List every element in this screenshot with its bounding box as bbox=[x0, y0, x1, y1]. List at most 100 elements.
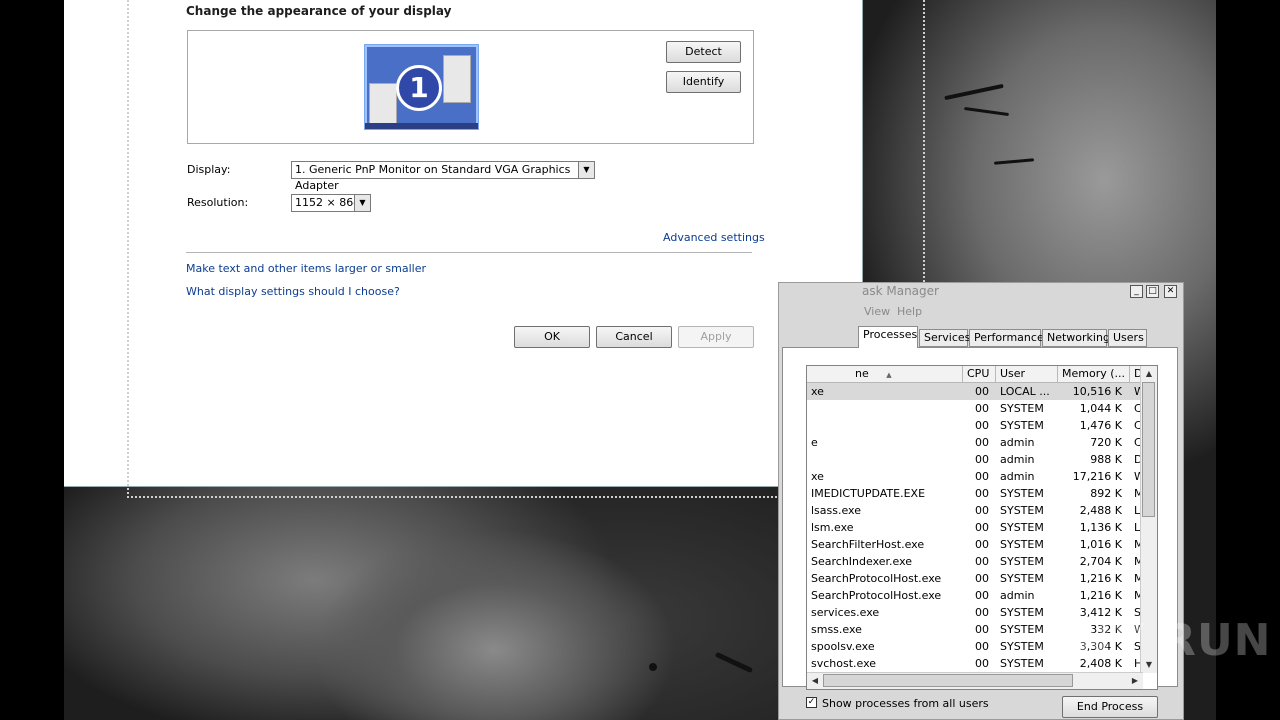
monitor-number-badge: 1 bbox=[396, 65, 442, 111]
cell-user: admin bbox=[1000, 453, 1035, 466]
apply-button[interactable]: Apply bbox=[678, 326, 754, 348]
advanced-settings-link[interactable]: Advanced settings bbox=[663, 231, 765, 244]
cell-user: SYSTEM bbox=[1000, 521, 1044, 534]
detect-button[interactable]: Detect bbox=[666, 41, 741, 63]
display-dropdown[interactable]: 1. Generic PnP Monitor on Standard VGA G… bbox=[291, 161, 595, 192]
page-title: Change the appearance of your display bbox=[186, 4, 452, 18]
tab-processes[interactable]: Processes bbox=[858, 326, 918, 348]
show-all-users-checkbox[interactable]: ✓ bbox=[806, 697, 817, 708]
column-header-name[interactable]: ne ▲ bbox=[807, 366, 963, 383]
cell-name: lsm.exe bbox=[811, 521, 854, 534]
cell-cpu: 00 bbox=[975, 487, 989, 500]
cell-user: SYSTEM bbox=[1000, 572, 1044, 585]
tab-networking[interactable]: Networking bbox=[1042, 329, 1110, 347]
table-row[interactable]: xe00LOCAL ...10,516 KW bbox=[807, 383, 1145, 400]
cell-mem: 1,216 K bbox=[1079, 572, 1122, 585]
window-thumbnail-icon bbox=[369, 83, 397, 125]
wallpaper-mark bbox=[714, 651, 754, 674]
cell-mem: 2,488 K bbox=[1079, 504, 1122, 517]
column-header-user[interactable]: User Name bbox=[996, 366, 1058, 396]
cell-cpu: 00 bbox=[975, 402, 989, 415]
resolution-label: Resolution: bbox=[187, 196, 249, 209]
scroll-right-icon[interactable]: ▶ bbox=[1128, 674, 1142, 688]
cell-mem: 2,704 K bbox=[1079, 555, 1122, 568]
minimize-icon[interactable]: _ bbox=[1130, 285, 1143, 298]
cell-cpu: 00 bbox=[975, 589, 989, 602]
wallpaper-mark bbox=[649, 663, 657, 671]
cell-name: spoolsv.exe bbox=[811, 640, 875, 653]
close-icon[interactable]: ✕ bbox=[1164, 285, 1177, 298]
cell-cpu: 00 bbox=[975, 436, 989, 449]
resolution-dropdown[interactable]: 1152 × 864 ▼ bbox=[291, 194, 371, 212]
table-row[interactable]: 00 admin 988 KD bbox=[807, 451, 1142, 468]
cell-name: SearchFilterHost.exe bbox=[811, 538, 925, 551]
cell-user: LOCAL ... bbox=[1000, 385, 1050, 398]
tab-users[interactable]: Users bbox=[1108, 329, 1147, 347]
table-row[interactable]: SearchProtocolHost.exe 00 SYSTEM 1,216 KM bbox=[807, 570, 1144, 587]
table-row[interactable]: xe00admin17,216 KW bbox=[807, 468, 1145, 485]
column-header-cpu[interactable]: CPU bbox=[963, 366, 996, 383]
ok-button[interactable]: OK bbox=[514, 326, 590, 348]
monitor-icon[interactable]: 1 bbox=[364, 44, 479, 130]
cell-cpu: 00 bbox=[975, 385, 989, 398]
table-row[interactable]: SearchIndexer.exe 00 SYSTEM 2,704 KM bbox=[807, 553, 1144, 570]
cell-cpu: 00 bbox=[975, 623, 989, 636]
column-header-memory[interactable]: Memory (... bbox=[1058, 366, 1130, 383]
wallpaper-mark bbox=[993, 158, 1035, 165]
scrollbar-thumb[interactable] bbox=[823, 674, 1073, 687]
cell-cpu: 00 bbox=[975, 504, 989, 517]
chevron-down-icon[interactable]: ▼ bbox=[578, 162, 594, 178]
cell-name: SearchIndexer.exe bbox=[811, 555, 913, 568]
table-row[interactable]: 00 SYSTEM 1,476 KC bbox=[807, 417, 1142, 434]
cell-cpu: 00 bbox=[975, 640, 989, 653]
show-all-users-label: Show processes from all users bbox=[822, 697, 989, 710]
table-row[interactable]: 00 SYSTEM 1,044 KC bbox=[807, 400, 1142, 417]
table-row[interactable]: lsass.exe00SYSTEM2,488 KLo bbox=[807, 502, 1147, 519]
display-help-link[interactable]: What display settings should I choose? bbox=[186, 285, 400, 298]
watermark-logo: ANY RUN bbox=[1040, 615, 1272, 666]
horizontal-scrollbar[interactable]: ◀ ▶ bbox=[807, 672, 1143, 689]
cell-cpu: 00 bbox=[975, 419, 989, 432]
cell-mem: 1,216 K bbox=[1079, 589, 1122, 602]
cell-cpu: 00 bbox=[975, 606, 989, 619]
maximize-icon[interactable]: □ bbox=[1146, 285, 1159, 298]
wallpaper-mark bbox=[944, 83, 1004, 101]
scroll-up-icon[interactable]: ▲ bbox=[1142, 367, 1156, 381]
identify-button[interactable]: Identify bbox=[666, 71, 741, 93]
window-thumbnail-icon bbox=[443, 55, 471, 103]
cell-cpu: 00 bbox=[975, 657, 989, 670]
table-row[interactable]: SearchFilterHost.exe 00 SYSTEM 1,016 KM bbox=[807, 536, 1144, 553]
cell-user: SYSTEM bbox=[1000, 640, 1044, 653]
cancel-button[interactable]: Cancel bbox=[596, 326, 672, 348]
cell-mem: 1,016 K bbox=[1079, 538, 1122, 551]
cell-user: admin bbox=[1000, 436, 1035, 449]
chevron-down-icon[interactable]: ▼ bbox=[354, 195, 370, 211]
cell-user: SYSTEM bbox=[1000, 487, 1044, 500]
cell-mem: 10,516 K bbox=[1072, 385, 1122, 398]
taskbar-thumbnail bbox=[365, 123, 478, 129]
cell-name: svchost.exe bbox=[811, 657, 877, 670]
cell-name: smss.exe bbox=[811, 623, 862, 636]
cell-mem: 720 K bbox=[1090, 436, 1122, 449]
tab-services[interactable]: Services bbox=[919, 329, 970, 347]
end-process-button[interactable]: End Process bbox=[1062, 696, 1158, 718]
text-size-link[interactable]: Make text and other items larger or smal… bbox=[186, 262, 426, 275]
cell-cpu: 00 bbox=[975, 453, 989, 466]
tab-performance[interactable]: Performance bbox=[969, 329, 1044, 347]
letterbox-left bbox=[0, 0, 64, 720]
table-row[interactable]: e 00 admin 720 KC bbox=[807, 434, 1142, 451]
cell-cpu: 00 bbox=[975, 470, 989, 483]
divider bbox=[186, 252, 752, 253]
cell-name: SearchProtocolHost.exe bbox=[811, 589, 942, 602]
cell-mem: 1,044 K bbox=[1079, 402, 1122, 415]
cell-mem: 988 K bbox=[1090, 453, 1122, 466]
menu-help[interactable]: Help bbox=[897, 305, 922, 318]
table-row[interactable]: lsm.exe00SYSTEM1,136 KLo bbox=[807, 519, 1147, 536]
task-manager-title: ask Manager bbox=[862, 284, 939, 298]
cell-user: SYSTEM bbox=[1000, 623, 1044, 636]
scroll-left-icon[interactable]: ◀ bbox=[808, 674, 822, 688]
table-row[interactable]: IMEDICTUPDATE.EXE 00 SYSTEM 892 KM bbox=[807, 485, 1144, 502]
scrollbar-thumb[interactable] bbox=[1142, 382, 1155, 517]
table-row[interactable]: SearchProtocolHost.exe 00 admin 1,216 KM bbox=[807, 587, 1144, 604]
menu-view[interactable]: View bbox=[864, 305, 890, 318]
